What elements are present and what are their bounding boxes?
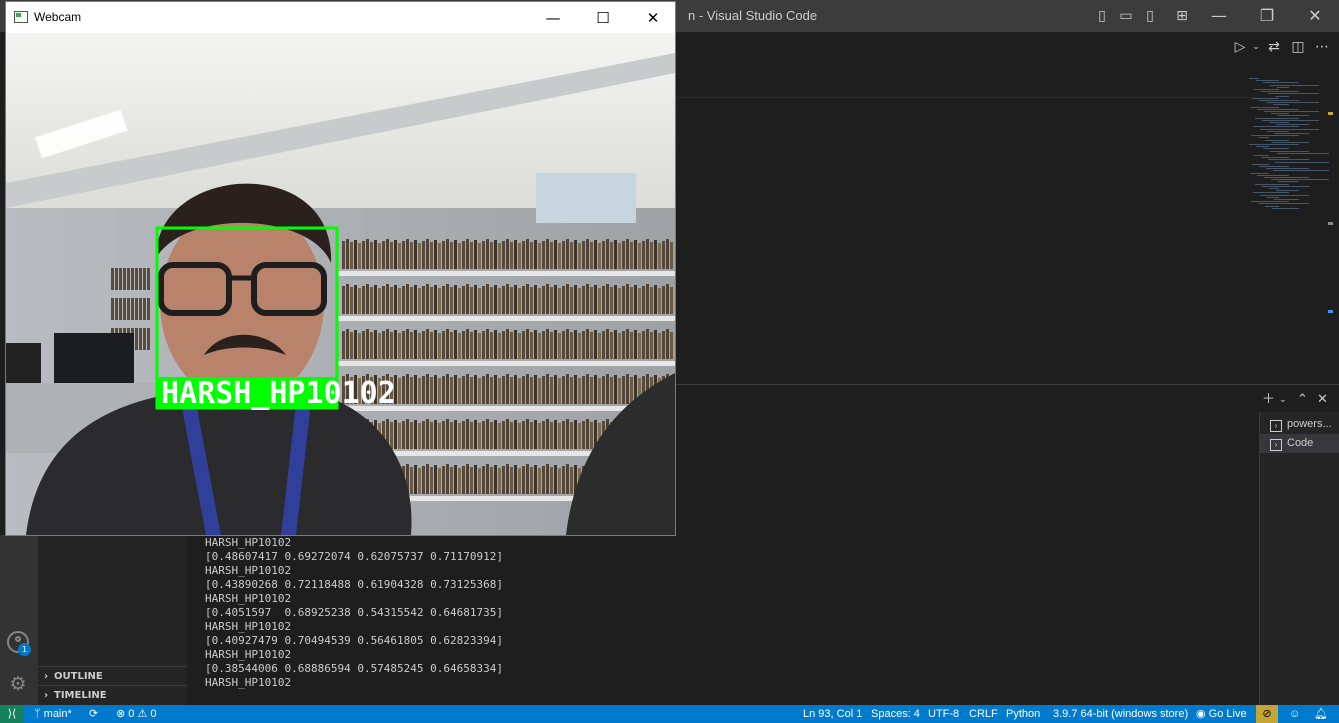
run-icon[interactable]: ▷ bbox=[1232, 39, 1248, 55]
warning-icon: ⚠ bbox=[137, 708, 151, 720]
problems-indicator[interactable]: ⊗ 0 ⚠ 0 bbox=[116, 705, 157, 723]
compare-icon[interactable]: ⇄ bbox=[1266, 39, 1282, 55]
python-interpreter[interactable]: 3.9.7 64-bit (windows store) bbox=[1053, 705, 1188, 723]
terminal-line: [0.38544006 0.68886594 0.57485245 0.6465… bbox=[205, 662, 504, 675]
terminal-output[interactable]: HARSH_HP10102 [0.48607417 0.69272074 0.62… bbox=[205, 536, 503, 690]
chevron-right-icon: › bbox=[43, 690, 49, 701]
split-editor-icon[interactable]: ◫ bbox=[1290, 39, 1306, 55]
terminal-tab-label: powers... bbox=[1287, 418, 1332, 430]
sync-icon[interactable]: ⟳ bbox=[89, 705, 98, 723]
git-branch-icon: ᛘ bbox=[34, 708, 44, 720]
line-ending[interactable]: CRLF bbox=[969, 705, 998, 723]
minimap[interactable] bbox=[1245, 78, 1329, 213]
terminal-tab-label: Code bbox=[1287, 437, 1314, 449]
scroll-marker bbox=[1328, 112, 1333, 115]
chevron-right-icon: › bbox=[43, 671, 49, 682]
editor-body[interactable] bbox=[676, 62, 1339, 384]
go-live-button[interactable]: ◉ Go Live bbox=[1196, 705, 1247, 723]
window-title: n - Visual Studio Code bbox=[688, 8, 818, 23]
activity-bar: 1 ⚙ bbox=[0, 535, 38, 705]
broadcast-icon: ◉ bbox=[1196, 708, 1209, 720]
toggle-secondary-sidebar-icon[interactable]: ▯ bbox=[1142, 8, 1158, 24]
terminal-line: HARSH_HP10102 bbox=[205, 536, 292, 549]
terminal-dropdown-icon[interactable]: ⌄ bbox=[1279, 392, 1287, 408]
section-title: OUTLINE bbox=[54, 671, 103, 682]
terminal-tab-code[interactable]: › Code bbox=[1260, 434, 1339, 453]
webcam-window[interactable]: Webcam — ☐ ✕ HARSH_HP10102 bbox=[5, 1, 676, 536]
terminal-line: HARSH_HP10102 bbox=[205, 564, 292, 577]
terminal-line: HARSH_HP10102 bbox=[205, 676, 292, 689]
scroll-marker bbox=[1328, 310, 1333, 313]
terminal-line: HARSH_HP10102 bbox=[205, 592, 292, 605]
close-icon[interactable]: ✕ bbox=[638, 8, 668, 28]
status-bar: ⟩⟨ ᛘ main* ⟳ ⊗ 0 ⚠ 0 Ln 93, Col 1 Spaces… bbox=[0, 705, 1339, 723]
close-icon[interactable]: ✕ bbox=[1300, 6, 1330, 26]
terminal-line: [0.48607417 0.69272074 0.62075737 0.7117… bbox=[205, 550, 504, 563]
face-label: HARSH_HP10102 bbox=[161, 376, 396, 411]
terminal-line: [0.40927479 0.70494539 0.56461805 0.6282… bbox=[205, 634, 504, 647]
indentation[interactable]: Spaces: 4 bbox=[871, 705, 920, 723]
toggle-panel-icon[interactable]: ▭ bbox=[1118, 8, 1134, 24]
terminal-icon: › bbox=[1270, 439, 1282, 451]
maximize-panel-icon[interactable]: ⌃ bbox=[1297, 392, 1308, 408]
webcam-titlebar[interactable]: Webcam — ☐ ✕ bbox=[6, 2, 675, 33]
customize-layout-icon[interactable]: ⊞ bbox=[1174, 8, 1190, 24]
terminal-line: HARSH_HP10102 bbox=[205, 648, 292, 661]
timeline-section[interactable]: › TIMELINE bbox=[38, 685, 187, 705]
maximize-icon[interactable]: ☐ bbox=[588, 8, 618, 28]
webcam-title: Webcam bbox=[34, 10, 82, 24]
notifications-bell-icon[interactable]: 🔔︎ bbox=[1314, 705, 1328, 723]
camera-image: HARSH_HP10102 bbox=[6, 33, 675, 535]
more-actions-icon[interactable]: ⋯ bbox=[1314, 39, 1330, 55]
webcam-frame: HARSH_HP10102 bbox=[6, 33, 675, 535]
new-terminal-icon[interactable]: ＋ bbox=[1262, 392, 1275, 408]
terminal-tab-list: › powers... › Code bbox=[1259, 412, 1339, 705]
outline-section[interactable]: › OUTLINE bbox=[38, 666, 187, 686]
editor-toolbar: ▷ ⌄ ⇄ ◫ ⋯ bbox=[676, 32, 1339, 62]
terminal-line: [0.43890268 0.72118488 0.61904328 0.7312… bbox=[205, 578, 504, 591]
language-mode[interactable]: Python bbox=[1006, 705, 1040, 723]
terminal-tab-powershell[interactable]: › powers... bbox=[1260, 415, 1339, 434]
encoding[interactable]: UTF-8 bbox=[928, 705, 959, 723]
section-title: TIMELINE bbox=[54, 690, 107, 701]
restore-icon[interactable]: ❐ bbox=[1252, 6, 1282, 26]
error-icon: ⊗ bbox=[116, 708, 129, 720]
cursor-position[interactable]: Ln 93, Col 1 bbox=[803, 705, 862, 723]
close-panel-icon[interactable]: ✕ bbox=[1317, 392, 1328, 408]
chevron-down-icon[interactable]: ⌄ bbox=[1248, 39, 1264, 55]
terminal-icon: › bbox=[1270, 420, 1282, 432]
toggle-primary-sidebar-icon[interactable]: ▯ bbox=[1094, 8, 1110, 24]
copilot-icon[interactable]: ⊘ bbox=[1256, 705, 1278, 723]
minimize-icon[interactable]: — bbox=[1204, 6, 1234, 26]
branch-indicator[interactable]: ᛘ main* bbox=[34, 705, 72, 723]
terminal-line: HARSH_HP10102 bbox=[205, 620, 292, 633]
remote-indicator[interactable]: ⟩⟨ bbox=[0, 705, 24, 723]
terminal-line: [0.4051597 0.68925238 0.54315542 0.64681… bbox=[205, 606, 504, 619]
sidebar: › OUTLINE › TIMELINE bbox=[38, 535, 187, 705]
app-icon bbox=[14, 11, 28, 23]
accounts-badge: 1 bbox=[18, 643, 31, 656]
minimize-icon[interactable]: — bbox=[538, 8, 568, 28]
settings-gear-icon[interactable]: ⚙ bbox=[8, 674, 28, 694]
scroll-marker bbox=[1328, 222, 1333, 225]
feedback-icon[interactable]: ☺ bbox=[1289, 705, 1300, 723]
